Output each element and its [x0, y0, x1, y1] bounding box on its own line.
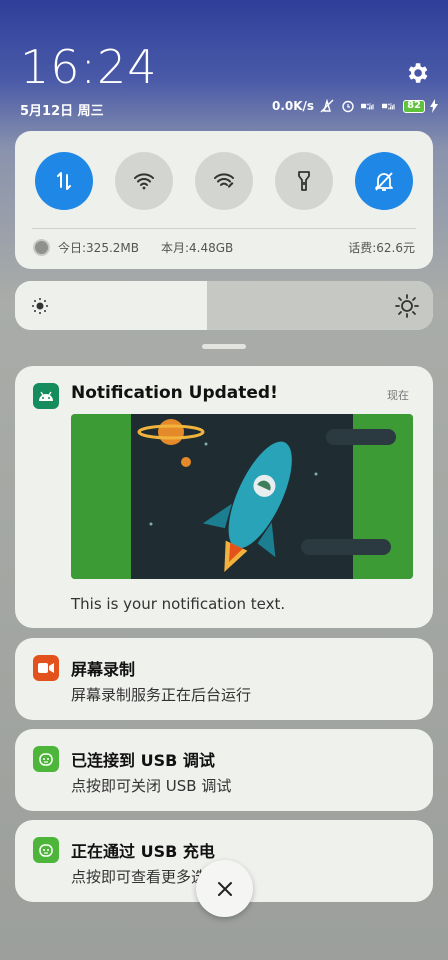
network-speed: 0.0K/s [271, 99, 315, 113]
wifi-hotspot-toggle[interactable] [195, 152, 253, 210]
wifi-toggle[interactable] [115, 152, 173, 210]
notification-time: 现在 [387, 389, 409, 402]
divider [32, 228, 416, 229]
notification-text: This is your notification text. [71, 595, 286, 613]
wifi-hotspot-icon [214, 173, 234, 188]
notification-title: Notification Updated! [71, 383, 278, 403]
notification-text: 屏幕录制服务正在后台运行 [71, 686, 252, 704]
notification-title: 屏幕录制 [71, 660, 136, 679]
settings-gear-icon[interactable] [404, 60, 430, 86]
mobile-data-toggle[interactable] [35, 152, 93, 210]
alarm-off-icon [320, 99, 334, 113]
phone-balance: 话费:62.6元 [348, 241, 415, 255]
data-usage-row[interactable]: 今日:325.2MB 本月:4.48GB 话费:62.6元 [33, 239, 415, 256]
android-debug-icon [33, 746, 59, 772]
battery-level: 82 [403, 99, 425, 113]
notification-title: 已连接到 USB 调试 [71, 751, 215, 770]
brightness-high-icon [395, 294, 419, 318]
android-app-icon [33, 383, 59, 409]
close-icon [217, 881, 232, 896]
usage-month: 本月:4.48GB [160, 241, 234, 255]
screen-recording-notification[interactable]: 屏幕录制 屏幕录制服务正在后台运行 [15, 638, 433, 720]
brightness-slider[interactable] [15, 281, 433, 330]
alarm-clock-icon [342, 100, 354, 113]
usb-debugging-notification[interactable]: 已连接到 USB 调试 点按即可关闭 USB 调试 [15, 729, 433, 811]
mobile-data-icon [57, 172, 71, 190]
sim-indicator-icon [33, 239, 50, 256]
screen-recorder-icon [33, 655, 59, 681]
status-bar: 16:24 5月12日 周三 0.0K/s 4G 4G 82 [0, 0, 448, 130]
silent-bell-icon [375, 172, 393, 191]
status-icons: 0.0K/s 4G 4G 82 [272, 99, 438, 113]
quick-settings-panel: 今日:325.2MB 本月:4.48GB 话费:62.6元 [15, 131, 433, 269]
hd-signal-icon-2: 4G [382, 102, 395, 110]
notification-title: 正在通过 USB 充电 [71, 842, 215, 861]
charging-bolt-icon [430, 99, 438, 113]
flashlight-icon [298, 171, 310, 191]
notification-card[interactable]: Notification Updated! 现在 This is your no… [15, 366, 433, 628]
usage-today: 今日:325.2MB [58, 241, 139, 255]
date[interactable]: 5月12日 周三 [20, 100, 104, 119]
rocket-image [71, 414, 413, 579]
brightness-low-icon [32, 298, 48, 314]
clock[interactable]: 16:24 [20, 40, 158, 94]
clear-all-button[interactable] [196, 860, 253, 917]
android-system-icon [33, 837, 59, 863]
drag-handle[interactable] [202, 344, 246, 349]
notification-text: 点按即可关闭 USB 调试 [71, 777, 232, 795]
wifi-icon [134, 173, 154, 190]
hd-signal-icon: 4G [361, 102, 374, 110]
silent-mode-toggle[interactable] [355, 152, 413, 210]
flashlight-toggle[interactable] [275, 152, 333, 210]
